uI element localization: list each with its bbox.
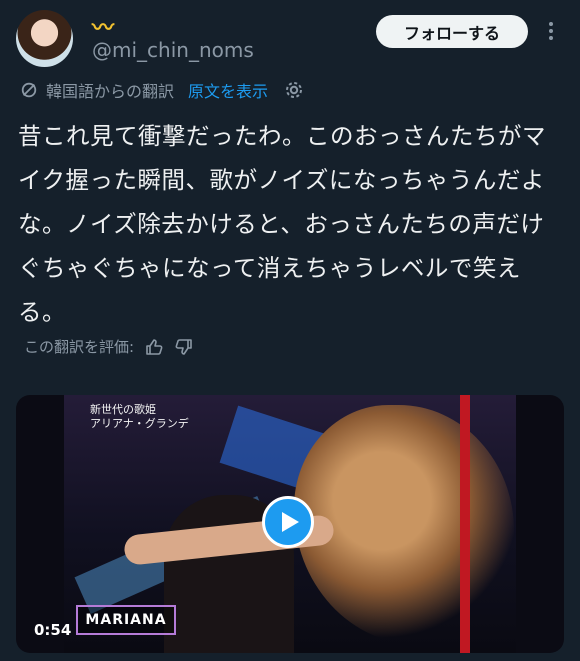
user-handle[interactable]: @mi_chin_noms xyxy=(92,38,254,62)
video-player[interactable]: 新世代の歌姫 アリアナ・グランデ 0:54 MARIANA xyxy=(16,395,564,653)
avatar[interactable] xyxy=(16,10,73,67)
follow-button[interactable]: フォローする xyxy=(376,15,528,48)
caption-line-2: アリアナ・グランデ xyxy=(90,417,189,430)
thumbs-down-icon[interactable] xyxy=(174,337,194,357)
rating-label: この翻訳を評価: xyxy=(24,338,135,356)
translation-rating: この翻訳を評価: xyxy=(24,336,194,357)
play-icon xyxy=(282,512,299,532)
caption-line-1: 新世代の歌姫 xyxy=(90,403,156,416)
video-title-overlay: MARIANA xyxy=(76,605,176,635)
more-options-icon[interactable] xyxy=(546,20,556,44)
play-button[interactable] xyxy=(262,496,314,548)
tweet-text: 昔これ見て衝撃だったわ。このおっさんたちがマイク握った瞬間、歌がノイズになっちゃ… xyxy=(18,122,546,326)
translation-bar: 韓国語からの翻訳 原文を表示 xyxy=(20,78,304,102)
video-duration: 0:54 xyxy=(34,621,72,639)
show-original-link[interactable]: 原文を表示 xyxy=(188,78,268,102)
gear-icon[interactable] xyxy=(284,80,304,100)
video-caption: 新世代の歌姫 アリアナ・グランデ xyxy=(90,403,189,431)
translation-label: 韓国語からの翻訳 xyxy=(46,82,175,101)
thumbs-up-icon[interactable] xyxy=(144,337,164,357)
translate-icon xyxy=(21,82,37,98)
